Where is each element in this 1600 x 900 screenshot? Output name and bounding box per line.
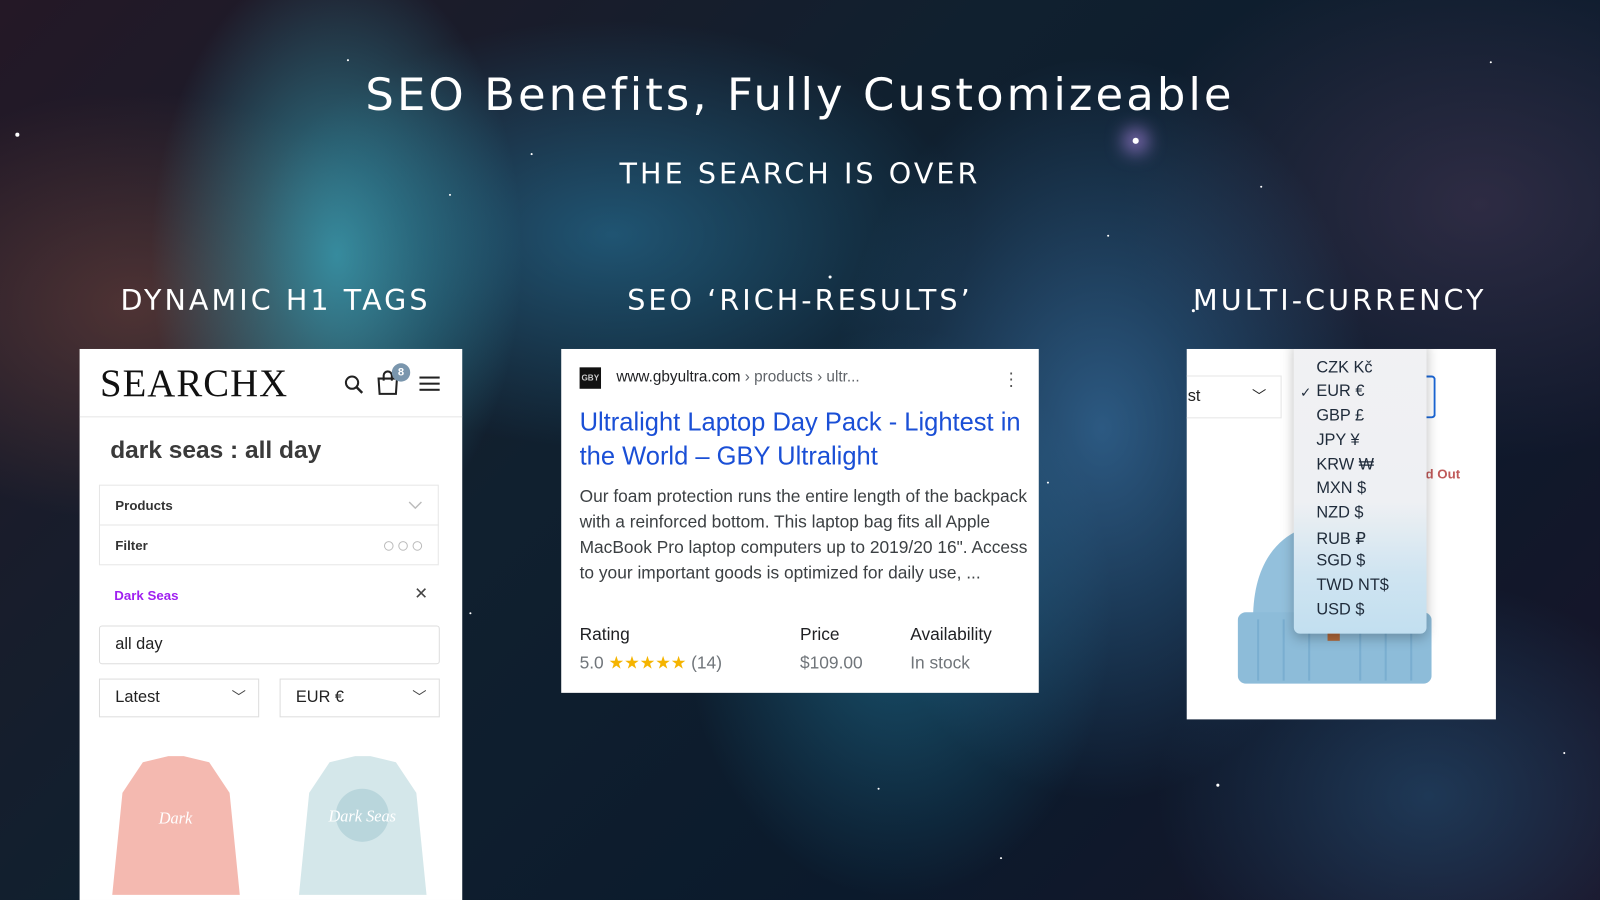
currency-preview: st ﹀ d Out CNY ¥ CZK Kč EUR €✓GBP £ JPY ¥ KRW…	[1186, 348, 1496, 720]
currency-option[interactable]: MXN $	[1316, 480, 1366, 498]
result-description: Our foam protection runs the entire leng…	[579, 486, 1028, 583]
currency-value: EUR €	[295, 688, 345, 707]
star	[15, 132, 20, 137]
products-dropdown[interactable]: Products	[98, 484, 439, 526]
star	[999, 857, 1003, 860]
sort-select[interactable]: Latest ﹀	[98, 678, 260, 718]
availability-label: Availability	[910, 624, 992, 644]
star-rating-icon: ★★★★★	[608, 653, 687, 673]
slide: SEO Benefits, Fully Customizeable THE SE…	[0, 0, 1600, 900]
price-label: Price	[799, 624, 840, 644]
filter-label: Filter	[115, 537, 148, 554]
chevron-down-icon: ﹀	[412, 688, 427, 706]
checkmark-icon: ✓	[1299, 385, 1312, 401]
chevron-down-icon: ﹀	[231, 688, 246, 706]
product-image-pink-shirt[interactable]: Dark	[102, 752, 250, 900]
star	[1107, 234, 1110, 237]
section-heading-rich-results: SEO ‘RICH-RESULTS’	[627, 283, 973, 318]
currency-option[interactable]: TWD NT$	[1316, 577, 1389, 595]
more-options-icon[interactable]: · · ·	[1008, 363, 1014, 394]
chevron-down-icon	[408, 501, 422, 510]
currency-option[interactable]: EUR €	[1316, 383, 1364, 401]
star	[1046, 481, 1049, 484]
star	[530, 153, 533, 156]
chevron-down-icon: ﹀	[1252, 387, 1267, 405]
cart-count-badge: 8	[391, 363, 411, 382]
store-logo[interactable]: SEARCHX	[100, 361, 288, 406]
currency-option[interactable]: CZK Kč	[1316, 359, 1372, 377]
svg-text:Dark: Dark	[158, 808, 193, 827]
star	[346, 59, 349, 62]
section-heading-currency: MULTI-CURRENCY	[1193, 283, 1487, 318]
search-input[interactable]: all day	[98, 625, 440, 665]
star	[469, 612, 472, 615]
page-title: dark seas : all day	[110, 436, 322, 465]
result-path: › products › ultr...	[740, 368, 860, 386]
sort-value: Latest	[115, 688, 160, 707]
price-column: Price $109.00	[800, 624, 863, 673]
currency-option[interactable]: SGD $	[1316, 552, 1365, 570]
currency-option[interactable]: USD $	[1316, 601, 1364, 619]
currency-select[interactable]: EUR € ﹀	[279, 678, 440, 718]
currency-option[interactable]: JPY ¥	[1316, 431, 1359, 449]
currency-option[interactable]: NZD $	[1316, 504, 1363, 522]
filter-row[interactable]: Filter	[98, 524, 439, 566]
product-image-blue-shirt[interactable]: Dark Seas	[289, 752, 437, 900]
rating-count: (14)	[691, 653, 722, 673]
star	[448, 193, 452, 196]
star	[1489, 61, 1492, 64]
currency-dropdown-menu[interactable]: CNY ¥ CZK Kč EUR €✓GBP £ JPY ¥ KRW ₩ MXN $ NZD…	[1293, 348, 1427, 634]
filter-dots-icon	[383, 541, 423, 551]
site-favicon: GBY	[579, 367, 602, 389]
star	[877, 787, 880, 790]
sort-value: st	[1187, 387, 1201, 406]
star	[1216, 783, 1220, 787]
active-filter-tag[interactable]: Dark Seas	[114, 588, 178, 603]
availability-column: Availability In stock	[910, 624, 992, 673]
sort-select[interactable]: st ﹀	[1186, 375, 1282, 419]
rich-result-preview: GBY www.gbyultra.com › products › ultr..…	[561, 348, 1039, 693]
currency-option[interactable]: KRW ₩	[1316, 456, 1374, 474]
star	[1563, 752, 1566, 755]
result-url[interactable]: www.gbyultra.com › products › ultr...	[616, 368, 859, 385]
svg-text:Dark Seas: Dark Seas	[327, 806, 396, 825]
price-value: $109.00	[799, 653, 863, 673]
hero-title: SEO Benefits, Fully Customizeable	[365, 69, 1235, 122]
rating-label: Rating	[579, 624, 630, 644]
currency-option[interactable]: GBP £	[1316, 407, 1364, 425]
close-icon[interactable]: ✕	[414, 584, 428, 604]
search-icon[interactable]	[343, 373, 365, 395]
star	[828, 275, 832, 279]
divider	[79, 416, 463, 418]
store-preview: SEARCHX 8 dark seas : all day Products F…	[79, 348, 463, 900]
currency-option[interactable]: RUB ₽	[1316, 528, 1365, 548]
result-title-link[interactable]: Ultralight Laptop Day Pack - Lightest in…	[580, 406, 1029, 473]
products-label: Products	[115, 497, 173, 514]
currency-option[interactable]: CNY ¥	[1316, 349, 1364, 353]
rating-value: 5.0	[579, 653, 604, 673]
result-domain: www.gbyultra.com	[616, 368, 741, 386]
rating-column: Rating 5.0 ★★★★★ (14)	[580, 624, 722, 673]
hero-subtitle: THE SEARCH IS OVER	[619, 157, 981, 191]
menu-icon[interactable]	[419, 376, 440, 392]
sold-out-label: d Out	[1425, 466, 1461, 482]
star	[1132, 137, 1139, 144]
section-heading-h1: DYNAMIC H1 TAGS	[120, 283, 431, 318]
availability-value: In stock	[910, 653, 970, 673]
